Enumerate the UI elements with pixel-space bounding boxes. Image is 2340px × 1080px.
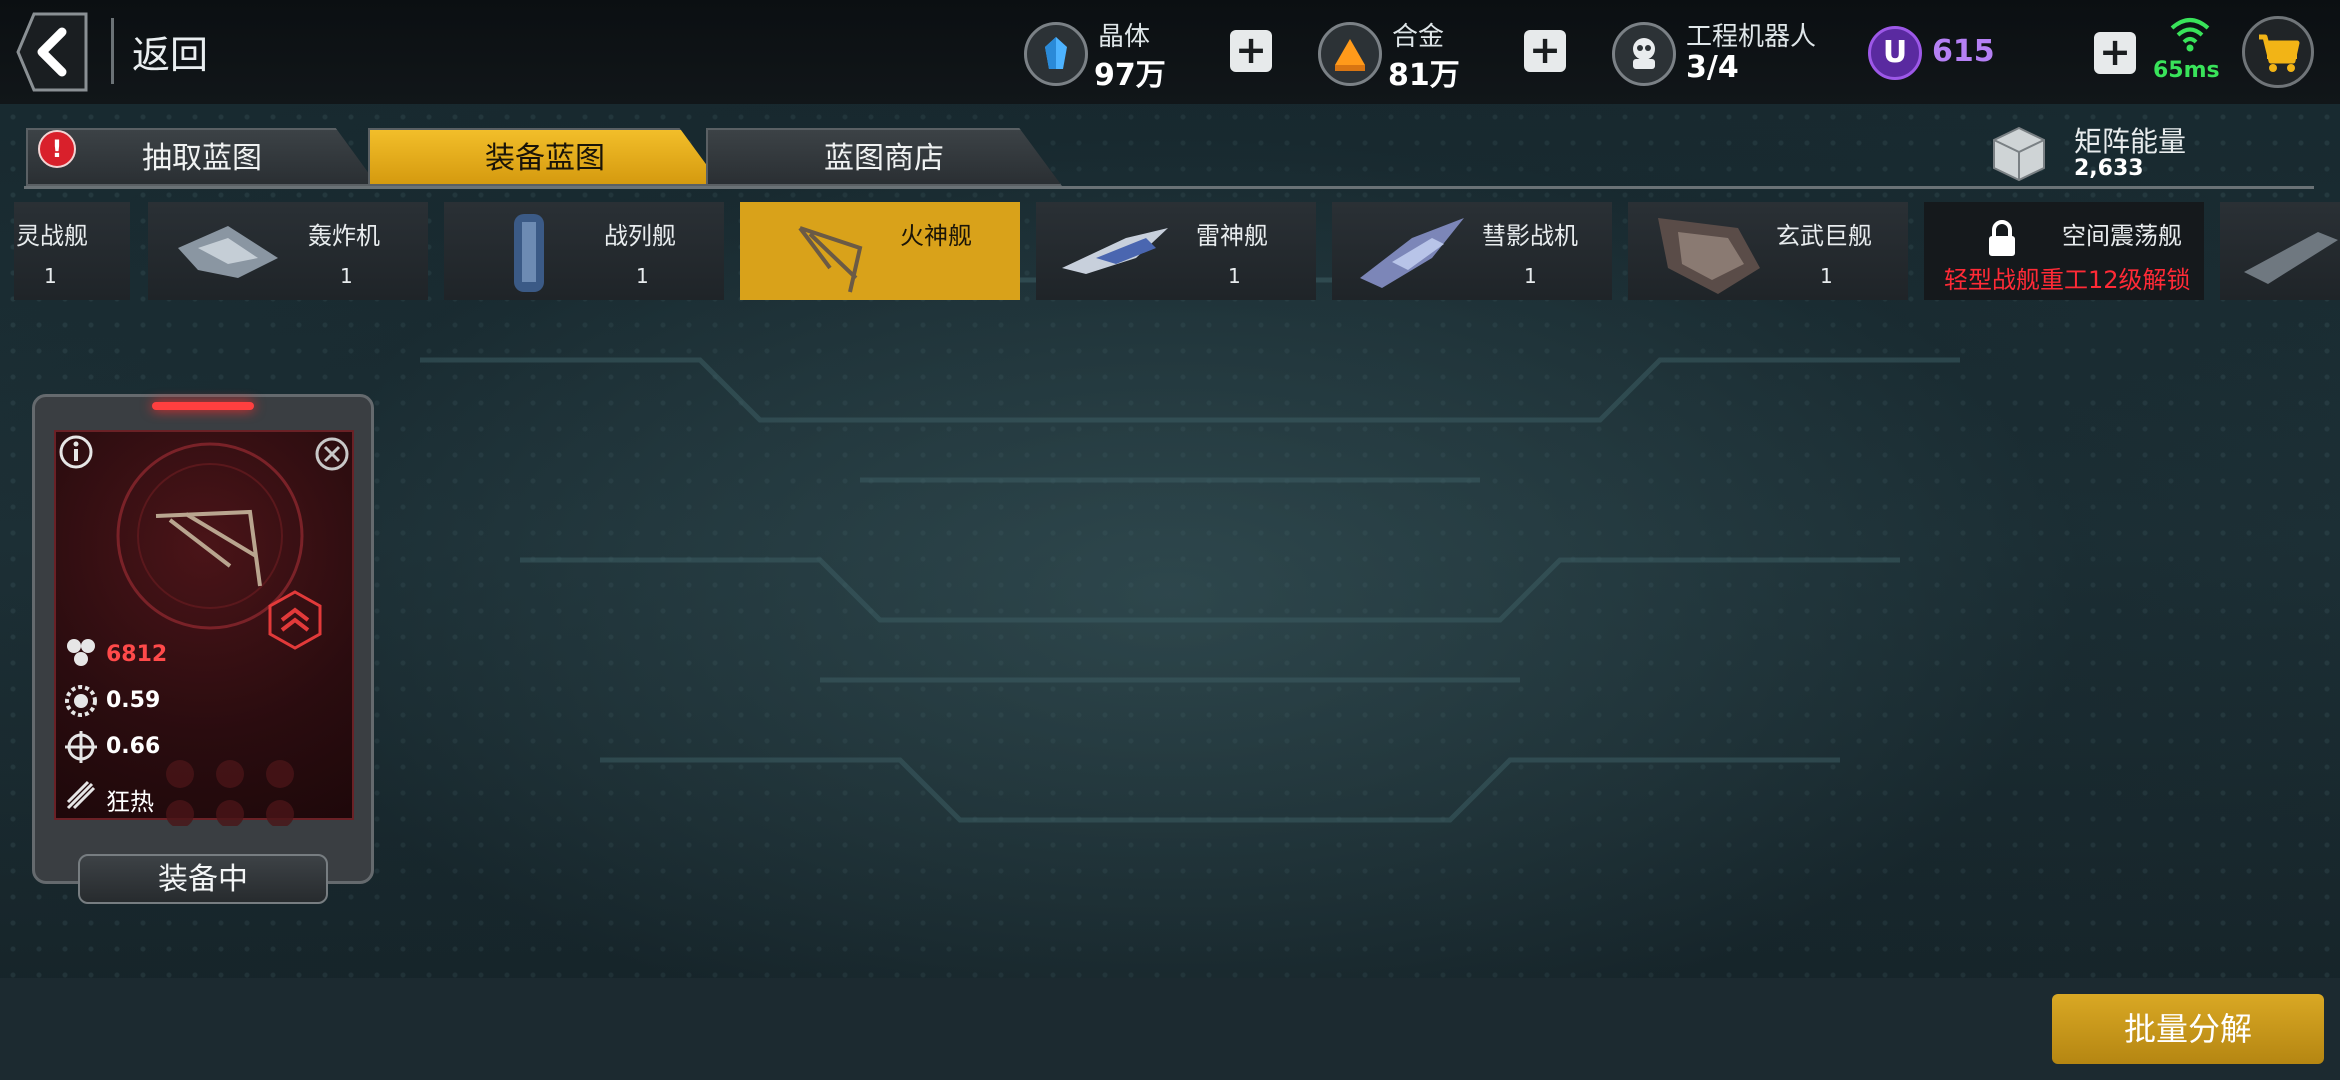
- ship-name: 火神舰: [900, 222, 972, 250]
- alert-badge-icon: !: [38, 130, 76, 168]
- add-premium-button[interactable]: +: [2094, 32, 2136, 74]
- add-alloy-button[interactable]: +: [1524, 30, 1566, 72]
- matrix-energy-value: 2,633: [2074, 156, 2144, 181]
- crystal-icon: [1024, 22, 1088, 86]
- thor-ship-icon: [1062, 228, 1168, 274]
- info-icon[interactable]: [58, 434, 94, 470]
- equipped-status-button[interactable]: 装备中: [78, 854, 328, 904]
- bottom-bar: [0, 978, 2340, 1080]
- ship-name: 雷神舰: [1196, 222, 1268, 250]
- rank-chevron-icon: [268, 590, 322, 650]
- stat-accuracy-value: 0.66: [106, 734, 161, 759]
- ship-tile-xuanwu[interactable]: 玄武巨舰 1: [1628, 202, 1908, 300]
- matrix-energy-label: 矩阵能量: [2074, 125, 2187, 158]
- alloy-icon: [1318, 22, 1382, 86]
- crystal-label: 晶体: [1098, 22, 1151, 52]
- alloy-label: 合金: [1392, 22, 1445, 52]
- back-label[interactable]: 返回: [132, 24, 208, 79]
- crosshair-icon: [65, 731, 97, 763]
- batch-disassemble-button[interactable]: 批量分解: [2052, 994, 2324, 1064]
- tabs-underline: [24, 186, 2314, 189]
- matrix-cube-icon: [1993, 126, 2045, 182]
- ship-count: 1: [44, 264, 57, 288]
- card-top-glow: [152, 402, 254, 410]
- ship-name: 玄武巨舰: [1776, 222, 1872, 250]
- premium-currency-icon: U: [1868, 26, 1922, 80]
- ship-tile-comet[interactable]: 彗影战机 1: [1332, 202, 1612, 300]
- ship-tile-ghost[interactable]: 灵战舰 1: [14, 202, 130, 300]
- ship-name: 灵战舰: [16, 222, 88, 250]
- premium-currency-value: 615: [1932, 34, 1995, 69]
- cart-icon: [2259, 34, 2300, 72]
- robot-label: 工程机器人: [1686, 22, 1817, 52]
- tab-blueprint-shop[interactable]: 蓝图商店: [706, 128, 1062, 186]
- battleship-icon: [514, 214, 544, 292]
- back-arrow-icon[interactable]: [16, 12, 88, 92]
- ship-name: 空间震荡舰: [2062, 222, 2182, 250]
- ship-name: 彗影战机: [1482, 222, 1578, 250]
- ship-tile-battleship[interactable]: 战列舰 1: [444, 202, 724, 300]
- ping-value: 65ms: [2153, 58, 2220, 83]
- robot-value: 3/4: [1686, 50, 1739, 85]
- vulcan-ship-icon: [798, 226, 863, 293]
- ship-tile-vulcan[interactable]: 火神舰: [740, 202, 1020, 300]
- ship-count: 1: [1820, 264, 1833, 288]
- xuanwu-ship-icon: [1658, 218, 1760, 294]
- tab-equip-blueprint[interactable]: 装备蓝图: [368, 128, 722, 186]
- ship-count: 1: [340, 264, 353, 288]
- bomber-ship-icon: [178, 226, 278, 278]
- robot-icon: [1612, 22, 1676, 86]
- add-crystal-button[interactable]: +: [1230, 30, 1272, 72]
- crystal-value: 97万: [1094, 58, 1166, 93]
- comet-fighter-icon: [1360, 218, 1464, 288]
- ship-tile-space-quake-locked[interactable]: 空间震荡舰 轻型战舰重工12级解锁: [1924, 202, 2204, 300]
- unlock-requirement: 轻型战舰重工12级解锁: [1944, 266, 2191, 294]
- ship-count: 1: [1524, 264, 1537, 288]
- lock-icon: [1989, 220, 2015, 256]
- ship-count: 1: [636, 264, 649, 288]
- ship-tile-bomber[interactable]: 轰炸机 1: [148, 202, 428, 300]
- missile-icon: [66, 780, 96, 810]
- ship-tile-next[interactable]: [2220, 202, 2340, 300]
- close-icon[interactable]: [314, 436, 350, 472]
- alloy-value: 81万: [1388, 58, 1460, 93]
- ship-tile-thor[interactable]: 雷神舰 1: [1036, 202, 1316, 300]
- back-divider: [111, 18, 114, 84]
- wifi-icon: [2170, 18, 2210, 52]
- stat-skill-value: 狂热: [106, 788, 154, 816]
- stat-power-value: 6812: [106, 642, 168, 667]
- ship-name: 战列舰: [604, 222, 676, 250]
- shop-cart-button[interactable]: [2242, 16, 2314, 88]
- tab-draw-blueprint[interactable]: 抽取蓝图: [26, 128, 378, 186]
- ship-name: 轰炸机: [308, 222, 380, 250]
- hexagon-cluster-icon: [67, 639, 95, 666]
- ship-count: 1: [1228, 264, 1241, 288]
- blueprint-card[interactable]: 6812 0.59 0.66 狂热 装备中: [32, 394, 374, 904]
- next-ship-icon: [2244, 232, 2338, 284]
- gear-ring-icon: [65, 685, 97, 717]
- stat-rate-value: 0.59: [106, 688, 161, 713]
